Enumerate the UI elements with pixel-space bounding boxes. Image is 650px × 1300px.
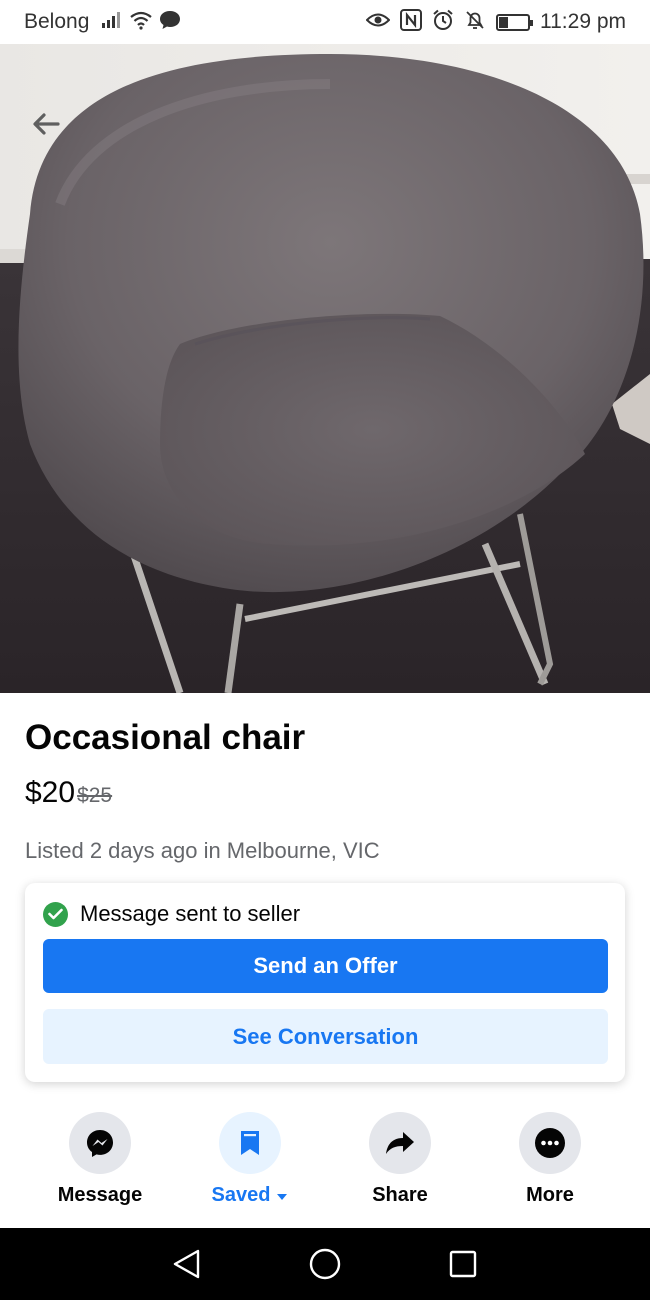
battery-level (499, 16, 508, 28)
saved-action[interactable]: Saved (185, 1112, 315, 1207)
status-icons-left (101, 10, 181, 35)
share-action[interactable]: Share (335, 1112, 465, 1207)
original-price: $25 (77, 784, 113, 807)
share-action-label: Share (372, 1184, 428, 1206)
bell-off-icon (464, 9, 486, 36)
wifi-icon (129, 10, 153, 35)
caret-down-icon (276, 1184, 288, 1207)
message-status: Message sent to seller (43, 901, 300, 927)
nfc-icon (400, 8, 422, 36)
status-time: 11:29 pm (540, 10, 626, 33)
eye-icon (365, 11, 391, 34)
back-triangle-icon[interactable] (168, 1246, 204, 1282)
back-button[interactable] (22, 104, 70, 144)
battery-icon (496, 13, 533, 31)
message-action-label: Message (57, 1184, 143, 1206)
price-row: $20 $25 (25, 776, 112, 810)
share-arrow-icon (369, 1112, 431, 1174)
message-status-text: Message sent to seller (80, 901, 301, 926)
more-dots-icon (519, 1112, 581, 1174)
action-bar: Message Saved Share More (0, 1112, 650, 1212)
check-circle-icon (43, 901, 68, 927)
carrier-name: Belong (24, 10, 90, 33)
chat-bubble-icon (159, 10, 181, 35)
system-nav-bar (0, 1228, 650, 1300)
home-circle-icon[interactable] (307, 1246, 343, 1282)
more-action-label: More (526, 1184, 574, 1206)
alarm-icon (432, 9, 454, 36)
listing-meta: Listed 2 days ago in Melbourne, VIC (25, 838, 380, 863)
status-icons-right: 11:29 pm (365, 8, 626, 36)
bookmark-icon (219, 1112, 281, 1174)
listing-photo[interactable] (0, 44, 650, 693)
chair-photo-image (0, 44, 650, 693)
message-action[interactable]: Message (35, 1112, 165, 1207)
current-price: $20 (25, 776, 76, 809)
signal-icon (101, 11, 123, 34)
see-conversation-button[interactable]: See Conversation (43, 1009, 608, 1064)
arrow-left-icon (32, 113, 60, 135)
saved-action-label: Saved (212, 1184, 289, 1207)
more-action[interactable]: More (485, 1112, 615, 1207)
listing-title: Occasional chair (25, 718, 306, 757)
recents-square-icon[interactable] (445, 1246, 481, 1282)
message-card: Message sent to seller Send an Offer See… (25, 883, 625, 1082)
status-bar: Belong 11:29 pm (0, 0, 650, 44)
saved-label-text: Saved (211, 1184, 271, 1206)
messenger-icon (69, 1112, 131, 1174)
send-offer-button[interactable]: Send an Offer (43, 939, 608, 993)
